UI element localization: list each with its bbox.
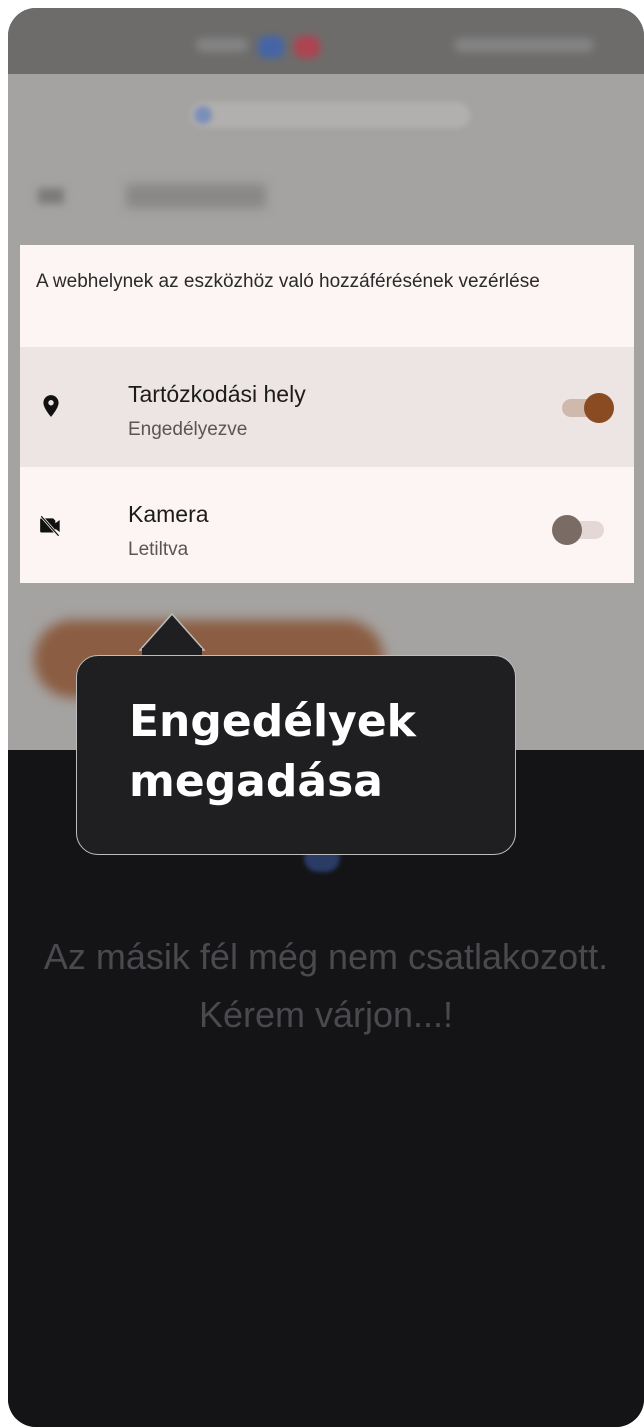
tooltip: Engedélyek megadása: [76, 655, 516, 855]
location-pin-icon: [43, 395, 59, 417]
permission-title: Kamera: [128, 501, 209, 527]
permission-row-camera[interactable]: Kamera Letiltva: [20, 467, 634, 587]
page-title: [126, 184, 266, 208]
status-bar: [8, 8, 644, 74]
tooltip-arrow-icon: [138, 612, 206, 658]
url-bar: [190, 102, 470, 128]
back-arrow-icon: [38, 188, 64, 204]
permission-status: Engedélyezve: [128, 419, 248, 440]
permission-status: Letiltva: [128, 539, 189, 560]
phone-screen: Az másik fél még nem csatlakozott. Kérem…: [8, 8, 644, 1427]
permission-title: Tartózkodási hely: [128, 381, 306, 407]
tooltip-text: Engedélyek megadása: [129, 696, 416, 807]
permissions-panel: A webhelynek az eszközhöz való hozzáféré…: [20, 245, 634, 583]
camera-off-icon: [40, 515, 60, 537]
toggle-thumb: [552, 515, 582, 545]
waiting-message: Az másik fél még nem csatlakozott. Kérem…: [43, 936, 609, 1035]
permission-row-location[interactable]: Tartózkodási hely Engedélyezve: [20, 347, 634, 467]
toggle-thumb: [584, 393, 614, 423]
permissions-header: A webhelynek az eszközhöz való hozzáféré…: [36, 271, 540, 292]
site-info-icon: [194, 106, 212, 124]
